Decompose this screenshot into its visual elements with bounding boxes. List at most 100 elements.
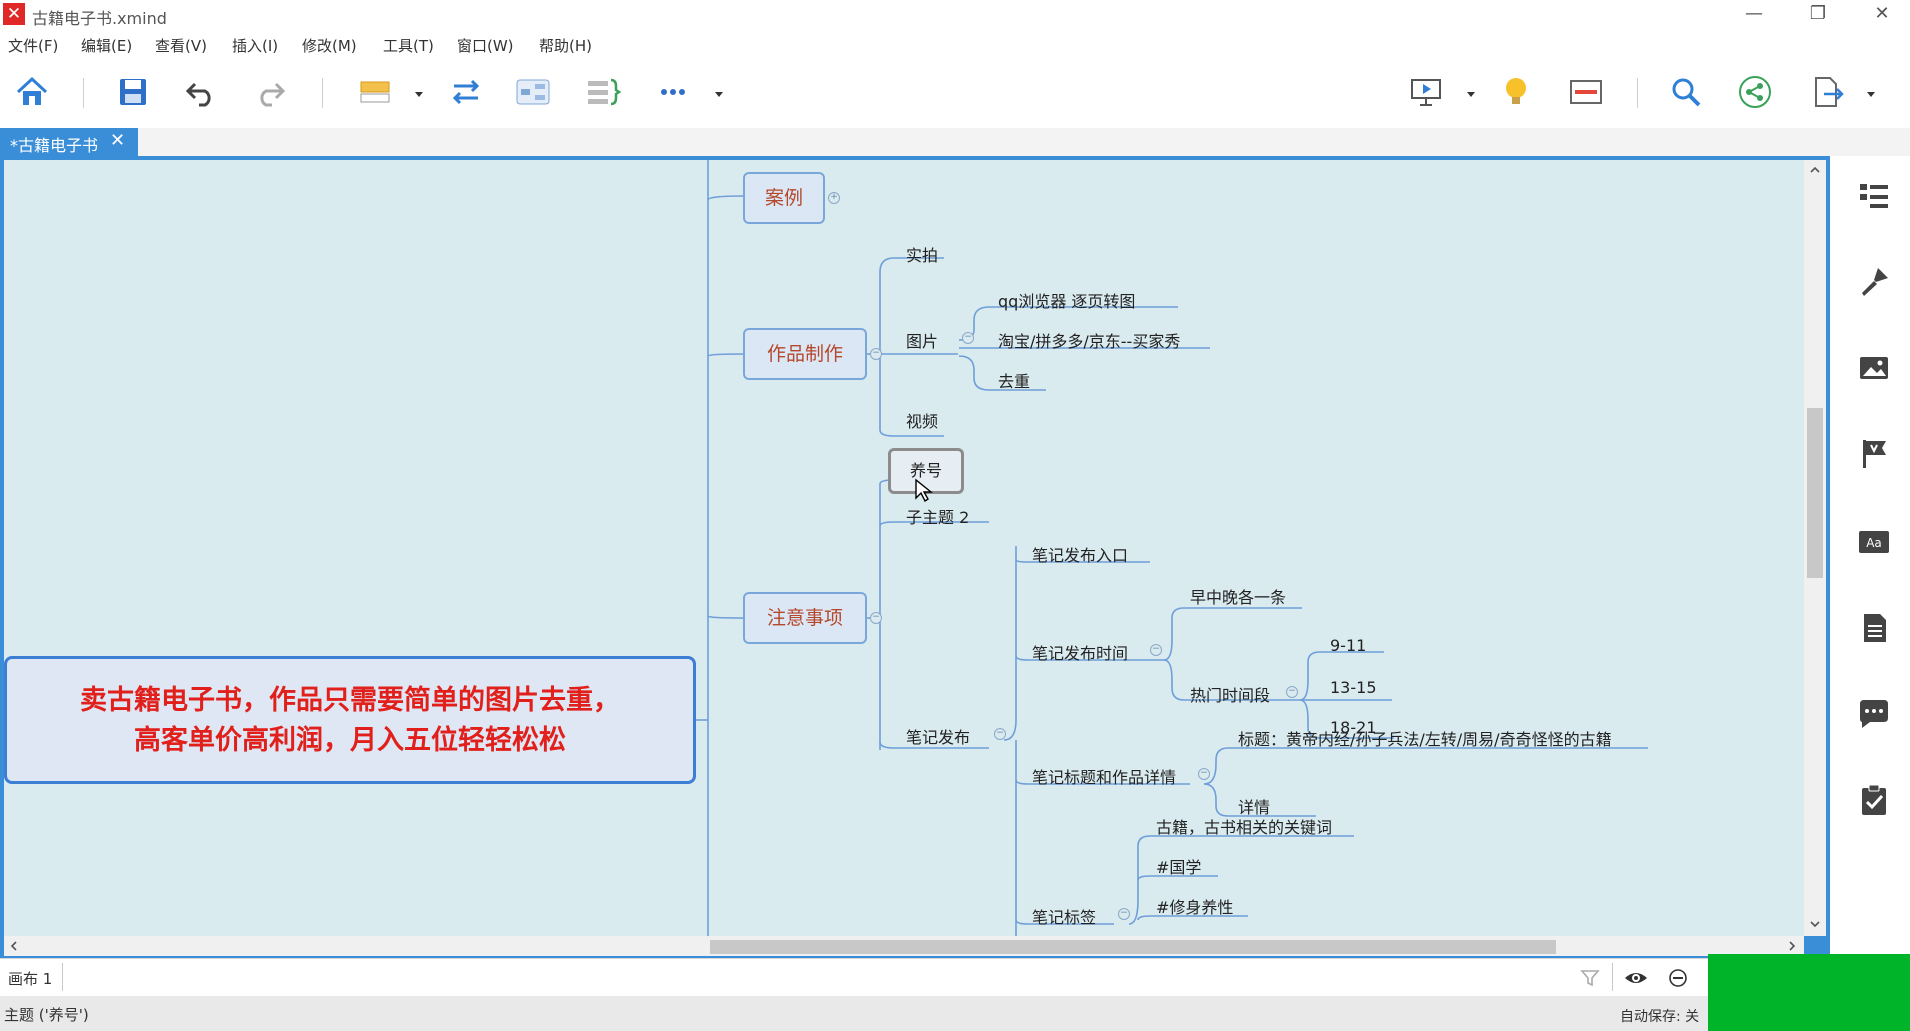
svg-text:Aa: Aa [1866, 536, 1882, 550]
menu-tools[interactable]: 工具(T) [383, 35, 434, 56]
topic-image[interactable]: 图片 [906, 328, 938, 352]
title-bar: ✕ 古籍电子书.xmind — ❐ ✕ [0, 0, 1910, 30]
presentation-dropdown-icon[interactable] [1464, 86, 1478, 100]
redo-icon[interactable] [250, 72, 290, 112]
menu-file[interactable]: 文件(F) [8, 35, 58, 56]
topic-tag-keywords[interactable]: 古籍，古书相关的关键词 [1156, 814, 1332, 838]
home-icon[interactable] [12, 72, 52, 112]
text-style-icon[interactable]: Aa [1856, 524, 1892, 560]
image-panel-icon[interactable] [1856, 350, 1892, 386]
close-tab-icon[interactable]: ✕ [110, 130, 125, 151]
toolbar-separator [83, 78, 84, 108]
export-icon[interactable] [1806, 72, 1846, 112]
collapse-icon[interactable]: − [962, 332, 974, 344]
topic-case[interactable]: 案例 [743, 172, 825, 224]
document-tab[interactable]: *古籍电子书 ✕ [0, 128, 138, 156]
menu-edit[interactable]: 编辑(E) [81, 35, 132, 56]
topic-tag-2[interactable]: #修身养性 [1156, 894, 1233, 918]
collapse-icon[interactable]: − [1150, 644, 1162, 656]
filter-icon[interactable] [1580, 968, 1600, 988]
menu-modify[interactable]: 修改(M) [302, 35, 357, 56]
menu-view[interactable]: 查看(V) [155, 35, 207, 56]
toolbar-separator [1637, 78, 1638, 108]
menu-insert[interactable]: 插入(I) [232, 35, 278, 56]
menu-window[interactable]: 窗口(W) [457, 35, 514, 56]
outline-panel-icon[interactable] [1856, 178, 1892, 214]
vertical-scrollbar-thumb[interactable] [1807, 408, 1823, 578]
callout-box[interactable]: 卖古籍电子书，作品只需要简单的图片去重， 高客单价高利润，月入五位轻轻松松 [4, 656, 696, 784]
topic-shoot[interactable]: 实拍 [906, 242, 938, 266]
task-checklist-icon[interactable] [1856, 782, 1892, 818]
toolbar [0, 58, 1910, 129]
topic-notes[interactable]: 注意事项 [743, 592, 867, 644]
topic-title-text[interactable]: 标题：黄帝内经/孙子兵法/左转/周易/奇奇怪怪的古籍 [1238, 726, 1612, 750]
scroll-left-icon[interactable] [6, 938, 22, 954]
zoom-out-icon[interactable] [1668, 968, 1688, 988]
topic-dedupe[interactable]: 去重 [998, 368, 1030, 392]
topic-publish-entry[interactable]: 笔记发布入口 [1032, 542, 1128, 566]
more-dropdown-icon[interactable] [712, 86, 726, 100]
collapse-icon[interactable]: − [1118, 908, 1130, 920]
callout-line-2: 高客单价高利润，月入五位轻轻松松 [134, 725, 566, 756]
comments-icon[interactable] [1856, 696, 1892, 732]
topic-publish-time[interactable]: 笔记发布时间 [1032, 640, 1128, 664]
search-icon[interactable] [1666, 72, 1706, 112]
format-brush-icon[interactable] [1856, 264, 1892, 300]
topic-video[interactable]: 视频 [906, 408, 938, 432]
window-title: 古籍电子书.xmind [32, 9, 167, 28]
topic-title-detail[interactable]: 笔记标题和作品详情 [1032, 764, 1176, 788]
sheet-divider [62, 963, 63, 991]
topic-time-1[interactable]: 9-11 [1330, 636, 1366, 655]
undo-icon[interactable] [181, 72, 221, 112]
export-dropdown-icon[interactable] [1864, 86, 1878, 100]
outline-icon[interactable] [1566, 72, 1606, 112]
status-autosave: 自动保存: 关 [1620, 1009, 1700, 1025]
collapse-icon[interactable]: − [994, 728, 1006, 740]
marker-flag-icon[interactable] [1856, 436, 1892, 472]
status-selected-topic: 主题 ('养号') [4, 1006, 89, 1024]
visibility-eye-icon[interactable] [1624, 968, 1648, 988]
topic-tag-1[interactable]: #国学 [1156, 854, 1201, 878]
boundary-icon[interactable] [513, 72, 553, 112]
minimize-button[interactable]: — [1726, 0, 1782, 30]
relationship-icon[interactable] [446, 72, 486, 112]
menu-help[interactable]: 帮助(H) [539, 35, 592, 56]
summary-icon[interactable] [583, 72, 623, 112]
close-window-button[interactable]: ✕ [1854, 0, 1910, 30]
idea-lightbulb-icon[interactable] [1496, 72, 1536, 112]
collapse-icon[interactable]: − [870, 612, 882, 624]
topic-time-2[interactable]: 13-15 [1330, 678, 1377, 697]
expand-icon[interactable]: + [828, 192, 840, 204]
topic-publish[interactable]: 笔记发布 [906, 724, 970, 748]
presentation-icon[interactable] [1406, 72, 1446, 112]
topic-icon[interactable] [355, 72, 395, 112]
mindmap-branch-lines [694, 160, 1648, 936]
collapse-icon[interactable]: − [870, 348, 882, 360]
toolbar-separator [322, 78, 323, 108]
topic-dropdown-icon[interactable] [412, 86, 426, 100]
collapse-icon[interactable]: − [1286, 686, 1298, 698]
green-overlay-block [1708, 954, 1910, 1031]
topic-tags[interactable]: 笔记标签 [1032, 904, 1096, 928]
horizontal-scrollbar-thumb[interactable] [710, 940, 1556, 954]
scroll-up-icon[interactable] [1807, 162, 1823, 178]
topic-production[interactable]: 作品制作 [743, 328, 867, 380]
topic-daily[interactable]: 早中晚各一条 [1190, 584, 1286, 608]
topic-qq-browser[interactable]: qq浏览器 逐页转图 [998, 288, 1135, 312]
more-icon[interactable] [653, 72, 693, 112]
topic-shops[interactable]: 淘宝/拼多多/京东--买家秀 [998, 328, 1180, 352]
mindmap-canvas[interactable]: 案例 + 作品制作 − 注意事项 − 卖古籍电子书，作品只需要简单的图片去重， … [4, 160, 1804, 936]
sheet-tab[interactable]: 画布 1 [8, 968, 52, 989]
save-icon[interactable] [113, 72, 153, 112]
topic-subtopic-2[interactable]: 子主题 2 [906, 504, 969, 528]
scroll-right-icon[interactable] [1784, 938, 1800, 954]
scroll-down-icon[interactable] [1807, 916, 1823, 932]
collapse-icon[interactable]: − [1198, 768, 1210, 780]
sheet-bar: 画布 1 [0, 958, 1708, 997]
callout-line-1: 卖古籍电子书，作品只需要简单的图片去重， [80, 685, 620, 716]
restore-button[interactable]: ❐ [1790, 0, 1846, 30]
xmind-app-icon: ✕ [3, 3, 25, 25]
notes-panel-icon[interactable] [1856, 610, 1892, 646]
topic-hot-time[interactable]: 热门时间段 [1190, 682, 1270, 706]
share-icon[interactable] [1735, 72, 1775, 112]
